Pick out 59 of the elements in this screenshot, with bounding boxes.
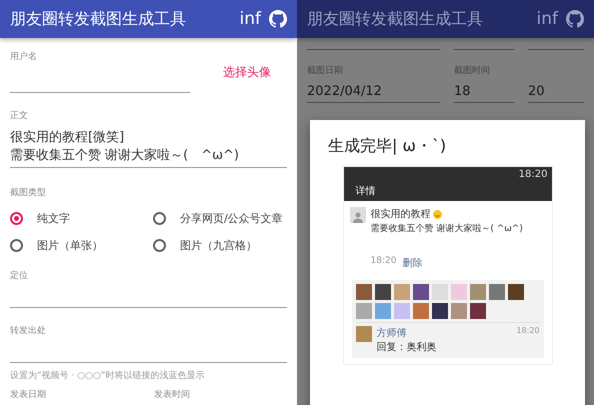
info-button[interactable]: inf bbox=[240, 9, 261, 29]
github-icon[interactable] bbox=[269, 10, 287, 28]
photo-placeholder bbox=[412, 303, 428, 319]
status-time: 18:20 bbox=[518, 169, 548, 180]
radio-button[interactable] bbox=[10, 212, 23, 225]
radio-button[interactable] bbox=[10, 239, 23, 252]
radio-label[interactable]: 图片（九宫格） bbox=[180, 238, 257, 253]
photo-placeholder bbox=[470, 284, 486, 300]
photo-placeholder bbox=[374, 284, 390, 300]
github-icon[interactable] bbox=[566, 10, 584, 28]
comment-time: 18:20 bbox=[516, 326, 540, 337]
field-label: 发表日期 bbox=[10, 388, 47, 401]
date-field[interactable]: 2022/04/12 bbox=[307, 77, 440, 103]
photo-placeholder bbox=[356, 326, 372, 342]
photo-placeholder bbox=[450, 303, 466, 319]
commenter-name: 方师傅 bbox=[376, 326, 406, 340]
app-title: 朋友圈转发截图生成工具 bbox=[307, 8, 484, 30]
body-text-line: 很实用的教程[微笑] bbox=[10, 129, 126, 146]
photo-placeholder bbox=[394, 303, 410, 319]
photo-placeholder bbox=[470, 303, 486, 319]
post-text: 需要收集五个赞 谢谢大家啦～( ^ω^) bbox=[370, 222, 523, 235]
helper-text: 设置为“视频号 · ○○○”时将以链接的浅蓝色显示 bbox=[10, 370, 206, 382]
info-button[interactable]: inf bbox=[536, 9, 558, 29]
photo-placeholder bbox=[356, 284, 372, 300]
field-label: 发表时间 bbox=[154, 388, 191, 401]
body-text-line: 需要收集五个赞 谢谢大家啦～( ^ω^) bbox=[10, 147, 240, 164]
minute-field[interactable]: 20 bbox=[528, 77, 584, 103]
delete-link[interactable]: 删除 bbox=[402, 256, 422, 270]
field-label: 定位 bbox=[10, 270, 29, 282]
avatar-icon bbox=[350, 207, 366, 223]
dialog-title: 生成完毕| ω・`) bbox=[328, 136, 446, 157]
photo-placeholder bbox=[412, 284, 428, 300]
photo-placeholder bbox=[356, 303, 372, 319]
body-text-field[interactable]: 很实用的教程[微笑] 需要收集五个赞 谢谢大家啦～( ^ω^) bbox=[10, 122, 287, 168]
comment-text: 回复：奥利奥 bbox=[376, 340, 438, 354]
choose-avatar-link[interactable]: 选择头像 bbox=[223, 64, 287, 80]
radio-label[interactable]: 图片（单张） bbox=[37, 238, 103, 253]
radio-button[interactable] bbox=[153, 239, 166, 252]
post-text: 很实用的教程 bbox=[370, 208, 430, 221]
field-label: 截图日期 bbox=[307, 64, 344, 77]
field-label: 用户名 bbox=[10, 50, 38, 63]
post-time: 18:20 bbox=[370, 256, 396, 268]
field-label: 截图时间 bbox=[454, 64, 491, 77]
field-label: 转发出处 bbox=[10, 324, 47, 337]
field-label: 正文 bbox=[10, 110, 29, 122]
smiley-icon bbox=[432, 210, 442, 218]
photo-placeholder bbox=[488, 284, 504, 300]
photo-placeholder bbox=[508, 284, 524, 300]
field-label: 截图类型 bbox=[10, 186, 47, 199]
photo-placeholder bbox=[432, 303, 448, 319]
radio-label[interactable]: 分享网页/公众号文章 bbox=[180, 211, 283, 226]
photo-placeholder bbox=[450, 284, 466, 300]
photo-placeholder bbox=[394, 284, 410, 300]
radio-label[interactable]: 纯文字 bbox=[37, 211, 70, 226]
photo-placeholder bbox=[374, 303, 390, 319]
app-title: 朋友圈转发截图生成工具 bbox=[10, 8, 187, 30]
hour-field[interactable]: 18 bbox=[454, 77, 514, 103]
radio-button[interactable] bbox=[153, 212, 166, 225]
page-header: 详情 bbox=[356, 184, 376, 198]
